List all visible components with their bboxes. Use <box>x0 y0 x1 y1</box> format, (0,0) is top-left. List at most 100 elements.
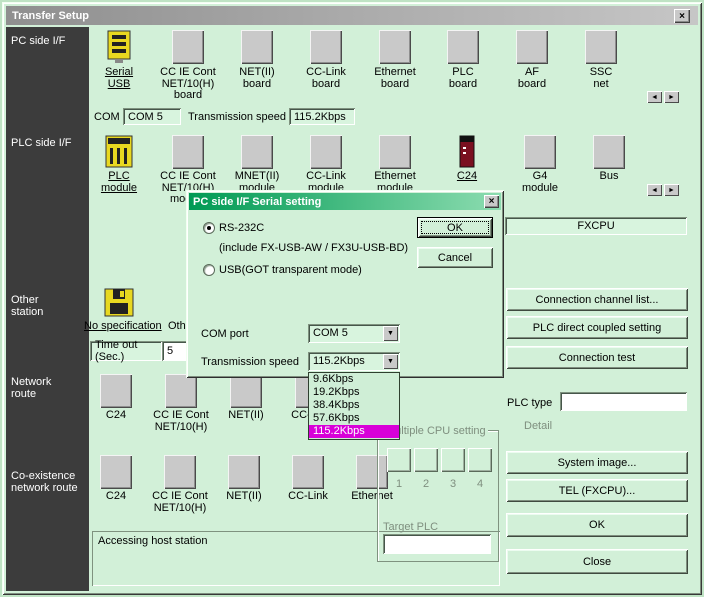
rs232c-note: (include FX-USB-AW / FX3U-USB-BD) <box>219 242 408 254</box>
coex-ccie-icon[interactable] <box>164 455 196 489</box>
cpu-slot-1-button[interactable] <box>387 448 411 472</box>
dropdown-option[interactable]: 57.6Kbps <box>309 412 399 425</box>
usb-radio[interactable] <box>203 264 215 276</box>
serial-usb-icon[interactable] <box>103 30 135 64</box>
dialog-cancel-button[interactable]: Cancel <box>417 247 493 268</box>
floppy-icon[interactable] <box>104 288 134 318</box>
com-port-value: COM 5 <box>313 327 348 339</box>
cpu-number-3: 3 <box>441 478 465 490</box>
serial-dialog-titlebar: PC side I/F Serial setting × <box>189 193 501 210</box>
plc-if-scroll-left-icon[interactable]: ◄ <box>647 184 662 196</box>
close-icon[interactable]: × <box>674 9 690 23</box>
coex-cclink-icon[interactable] <box>292 455 324 489</box>
network-net2-icon[interactable] <box>230 374 262 408</box>
cclink-module-icon[interactable] <box>310 135 342 169</box>
cpu-number-4: 4 <box>468 478 492 490</box>
accessing-host-station-label: Accessing host station <box>98 535 207 547</box>
timeout-label: Time out (Sec.) <box>95 339 162 363</box>
connection-test-button[interactable]: Connection test <box>506 346 688 369</box>
network-label-net2: NET(II) <box>212 410 280 422</box>
sidebar-label-network-route: Network route <box>11 376 51 400</box>
plc-board-icon[interactable] <box>447 30 479 64</box>
network-c24-icon[interactable] <box>100 374 132 408</box>
main-close-button[interactable]: Close <box>506 549 688 574</box>
pc-if-label-cclink-board: CC-Link board <box>292 67 360 90</box>
g4-module-icon[interactable] <box>524 135 556 169</box>
c24-icon[interactable] <box>457 135 477 169</box>
pc-if-label-ccie-board: CC IE Cont NET/10(H) board <box>154 67 222 102</box>
speed-combo[interactable]: 115.2Kbps ▼ <box>308 352 400 371</box>
com-value-field: COM 5 <box>123 108 181 125</box>
ethernet-module-icon[interactable] <box>379 135 411 169</box>
serial-dialog-close-icon[interactable]: × <box>484 195 499 208</box>
ethernet-board-icon[interactable] <box>379 30 411 64</box>
coex-label-cclink: CC-Link <box>274 491 342 503</box>
floppy-glyph <box>104 288 134 318</box>
cpu-slot-3-button[interactable] <box>441 448 465 472</box>
plc-module-icon[interactable] <box>103 135 135 169</box>
transfer-setup-window: Transfer Setup × PC side I/F PLC side I/… <box>0 0 704 597</box>
plc-type-field[interactable] <box>560 392 687 411</box>
cpu-number-2: 2 <box>414 478 438 490</box>
c24-glyph <box>457 135 477 169</box>
cpu-slot-4-button[interactable] <box>468 448 492 472</box>
sidebar-label-other-station: Other station <box>11 294 43 318</box>
ccie-module-icon[interactable] <box>172 135 204 169</box>
tel-fxcpu-button[interactable]: TEL (FXCPU)... <box>506 479 688 502</box>
plc-if-label-g4-module: G4 module <box>506 171 574 194</box>
pc-if-scroll-right-icon[interactable]: ► <box>664 91 679 103</box>
dropdown-option[interactable]: 19.2Kbps <box>309 386 399 399</box>
detail-label: Detail <box>524 420 552 432</box>
coex-label-c24: C24 <box>82 491 150 503</box>
plc-if-label-bus: Bus <box>575 171 643 183</box>
connection-channel-list-button[interactable]: Connection channel list... <box>506 288 688 311</box>
dialog-ok-button[interactable]: OK <box>417 217 493 238</box>
com-value: COM 5 <box>128 111 163 123</box>
ssc-net-icon[interactable] <box>585 30 617 64</box>
net2-board-icon[interactable] <box>241 30 273 64</box>
speed-dropdown-icon[interactable]: ▼ <box>383 354 398 369</box>
pc-if-scroll-left-icon[interactable]: ◄ <box>647 91 662 103</box>
network-ccie-icon[interactable] <box>165 374 197 408</box>
sidebar: PC side I/F PLC side I/F Other station N… <box>6 27 89 591</box>
pc-if-label-ethernet-board: Ethernet board <box>361 67 429 90</box>
plc-direct-coupled-setting-button[interactable]: PLC direct coupled setting <box>506 316 688 339</box>
af-board-icon[interactable] <box>516 30 548 64</box>
mnet2-module-icon[interactable] <box>241 135 273 169</box>
main-ok-button[interactable]: OK <box>506 513 688 537</box>
other-station-truncated-label: Oth <box>168 320 186 332</box>
pc-if-label-ssc-net: SSC net <box>567 67 635 90</box>
cpu-type-field: FXCPU <box>505 217 687 235</box>
serial-setting-dialog: PC side I/F Serial setting × RS-232C (in… <box>186 190 504 378</box>
com-port-combo[interactable]: COM 5 ▼ <box>308 324 400 343</box>
coex-label-net2: NET(II) <box>210 491 278 503</box>
target-plc-field[interactable] <box>383 534 491 554</box>
sidebar-label-pc-side: PC side I/F <box>11 35 65 47</box>
speed-dropdown-list: 9.6Kbps 19.2Kbps 38.4Kbps 57.6Kbps 115.2… <box>308 372 400 440</box>
usb-radio-label: USB(GOT transparent mode) <box>219 264 362 276</box>
bus-icon[interactable] <box>593 135 625 169</box>
network-label-ccie: CC IE Cont NET/10(H) <box>147 410 215 433</box>
dropdown-option[interactable]: 38.4Kbps <box>309 399 399 412</box>
dropdown-option[interactable]: 9.6Kbps <box>309 373 399 386</box>
dropdown-option-selected[interactable]: 115.2Kbps <box>309 425 399 438</box>
cclink-board-icon[interactable] <box>310 30 342 64</box>
ccie-board-icon[interactable] <box>172 30 204 64</box>
transmission-speed-field: 115.2Kbps <box>289 108 355 125</box>
coex-net2-icon[interactable] <box>228 455 260 489</box>
cpu-slot-2-button[interactable] <box>414 448 438 472</box>
titlebar: Transfer Setup <box>6 6 698 25</box>
timeout-label-box: Time out (Sec.) <box>90 341 162 361</box>
cpu-type-value: FXCPU <box>577 220 614 232</box>
com-port-label: COM port <box>201 328 249 340</box>
system-image-button[interactable]: System image... <box>506 451 688 474</box>
rs232c-radio[interactable] <box>203 222 215 234</box>
com-port-dropdown-icon[interactable]: ▼ <box>383 326 398 341</box>
transmission-speed-value: 115.2Kbps <box>294 111 346 123</box>
rs232c-radio-label: RS-232C <box>219 222 264 234</box>
plc-if-scroll-right-icon[interactable]: ► <box>664 184 679 196</box>
coex-c24-icon[interactable] <box>100 455 132 489</box>
network-label-c24: C24 <box>82 410 150 422</box>
sidebar-label-plc-side: PLC side I/F <box>11 137 72 149</box>
plc-if-label-plc-module: PLC module <box>85 171 153 194</box>
